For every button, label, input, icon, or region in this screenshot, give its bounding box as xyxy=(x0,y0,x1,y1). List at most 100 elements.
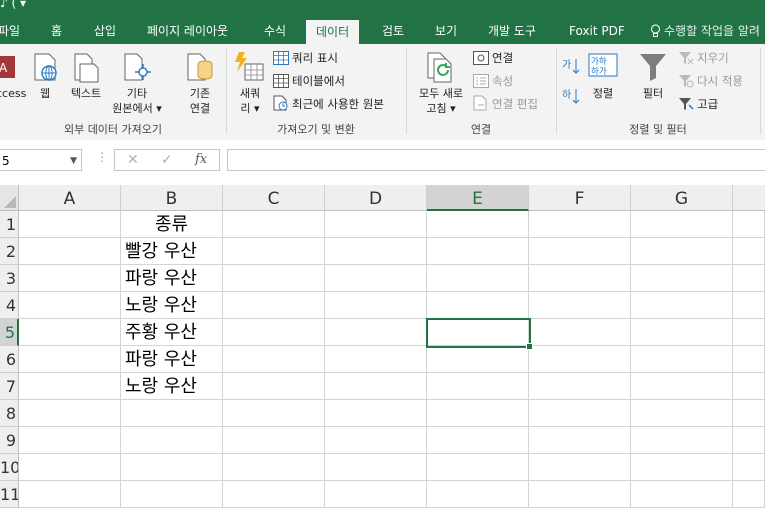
reapply-filter-button[interactable]: 다시 적용 xyxy=(678,71,743,91)
cell-a10[interactable] xyxy=(19,454,121,481)
cell-f5[interactable] xyxy=(529,319,631,346)
from-text-button[interactable]: 텍스트 xyxy=(66,50,106,101)
cell-d11[interactable] xyxy=(325,481,427,508)
cell-g5[interactable] xyxy=(631,319,733,346)
cell-c11[interactable] xyxy=(223,481,325,508)
cell-b10[interactable] xyxy=(121,454,223,481)
cell-d10[interactable] xyxy=(325,454,427,481)
cell-d3[interactable] xyxy=(325,265,427,292)
cell-a1[interactable] xyxy=(19,211,121,238)
connections-button[interactable]: 연결 xyxy=(473,48,513,68)
cell-a3[interactable] xyxy=(19,265,121,292)
row-header-3[interactable]: 3 xyxy=(0,265,19,292)
cell-h3[interactable] xyxy=(733,265,765,292)
refresh-all-button[interactable]: 모두 새로 고침 ▾ xyxy=(412,50,470,116)
column-header-b[interactable]: B xyxy=(121,185,223,211)
row-header-11[interactable]: 11 xyxy=(0,481,19,508)
cell-g10[interactable] xyxy=(631,454,733,481)
cell-h11[interactable] xyxy=(733,481,765,508)
cell-h7[interactable] xyxy=(733,373,765,400)
insert-function-icon[interactable]: fx xyxy=(195,152,207,167)
tab-insert[interactable]: 삽입 xyxy=(94,14,116,44)
tab-file[interactable]: 파일 xyxy=(0,14,20,44)
cell-g6[interactable] xyxy=(631,346,733,373)
cell-c10[interactable] xyxy=(223,454,325,481)
cell-g8[interactable] xyxy=(631,400,733,427)
formula-input[interactable] xyxy=(227,149,765,171)
tab-page-layout[interactable]: 페이지 레이아웃 xyxy=(147,14,228,44)
column-header-d[interactable]: D xyxy=(325,185,427,211)
cell-g9[interactable] xyxy=(631,427,733,454)
cell-h2[interactable] xyxy=(733,238,765,265)
existing-connections-button[interactable]: 기존 연결 xyxy=(180,50,220,116)
sort-button[interactable]: 가하 하가 정렬 xyxy=(586,50,620,101)
row-header-7[interactable]: 7 xyxy=(0,373,19,400)
cell-f11[interactable] xyxy=(529,481,631,508)
cell-d9[interactable] xyxy=(325,427,427,454)
from-table-button[interactable]: 테이블에서 xyxy=(273,71,345,91)
cell-g11[interactable] xyxy=(631,481,733,508)
cell-d8[interactable] xyxy=(325,400,427,427)
tab-review[interactable]: 검토 xyxy=(382,14,404,44)
show-queries-button[interactable]: 쿼리 표시 xyxy=(273,48,338,68)
row-header-6[interactable]: 6 xyxy=(0,346,19,373)
cell-h1[interactable] xyxy=(733,211,765,238)
sort-ascending-icon[interactable]: 가 xyxy=(562,56,580,78)
enter-icon[interactable]: ✓ xyxy=(161,152,173,168)
column-header-g[interactable]: G xyxy=(631,185,733,211)
cell-g7[interactable] xyxy=(631,373,733,400)
cell-f9[interactable] xyxy=(529,427,631,454)
cell-a9[interactable] xyxy=(19,427,121,454)
row-header-8[interactable]: 8 xyxy=(0,400,19,427)
cell-c8[interactable] xyxy=(223,400,325,427)
cell-c4[interactable] xyxy=(223,292,325,319)
row-header-2[interactable]: 2 xyxy=(0,238,19,265)
cell-h8[interactable] xyxy=(733,400,765,427)
column-header-f[interactable]: F xyxy=(529,185,631,211)
select-all-button[interactable] xyxy=(0,185,19,211)
cell-a7[interactable] xyxy=(19,373,121,400)
tab-developer[interactable]: 개발 도구 xyxy=(488,14,536,44)
cell-a11[interactable] xyxy=(19,481,121,508)
cell-c2[interactable] xyxy=(223,238,325,265)
cell-h5[interactable] xyxy=(733,319,765,346)
from-other-sources-button[interactable]: 기타 원본에서 ▾ xyxy=(108,50,166,116)
row-header-5[interactable]: 5 xyxy=(0,319,19,346)
column-header-a[interactable]: A xyxy=(19,185,121,211)
cell-h10[interactable] xyxy=(733,454,765,481)
cell-f8[interactable] xyxy=(529,400,631,427)
cell-e6[interactable] xyxy=(427,346,529,373)
cell-h4[interactable] xyxy=(733,292,765,319)
cell-b5[interactable]: 주황 우산 xyxy=(121,319,223,346)
cell-e3[interactable] xyxy=(427,265,529,292)
clear-filter-button[interactable]: 지우기 xyxy=(678,48,729,68)
cell-f3[interactable] xyxy=(529,265,631,292)
cell-a8[interactable] xyxy=(19,400,121,427)
cell-c5[interactable] xyxy=(223,319,325,346)
cell-a6[interactable] xyxy=(19,346,121,373)
cell-d4[interactable] xyxy=(325,292,427,319)
chevron-down-icon[interactable]: ▼ xyxy=(70,150,77,172)
cell-a5[interactable] xyxy=(19,319,121,346)
cell-f2[interactable] xyxy=(529,238,631,265)
column-header-e[interactable]: E xyxy=(427,185,529,211)
advanced-filter-button[interactable]: 고급 xyxy=(678,94,718,114)
sort-descending-icon[interactable]: 하 xyxy=(562,86,580,108)
row-header-9[interactable]: 9 xyxy=(0,427,19,454)
active-cell-e5[interactable] xyxy=(426,318,533,350)
cell-d5[interactable] xyxy=(325,319,427,346)
tab-data[interactable]: 데이터 xyxy=(306,20,360,44)
cell-d6[interactable] xyxy=(325,346,427,373)
cell-e4[interactable] xyxy=(427,292,529,319)
cell-b7[interactable]: 노랑 우산 xyxy=(121,373,223,400)
row-header-10[interactable]: 10 xyxy=(0,454,19,481)
cell-b11[interactable] xyxy=(121,481,223,508)
cell-d1[interactable] xyxy=(325,211,427,238)
fill-handle[interactable] xyxy=(526,343,533,350)
column-header-h[interactable] xyxy=(733,185,765,211)
cell-b1[interactable]: 종류 xyxy=(121,211,223,238)
cell-e8[interactable] xyxy=(427,400,529,427)
tab-formulas[interactable]: 수식 xyxy=(264,14,286,44)
cell-g4[interactable] xyxy=(631,292,733,319)
cell-b6[interactable]: 파랑 우산 xyxy=(121,346,223,373)
